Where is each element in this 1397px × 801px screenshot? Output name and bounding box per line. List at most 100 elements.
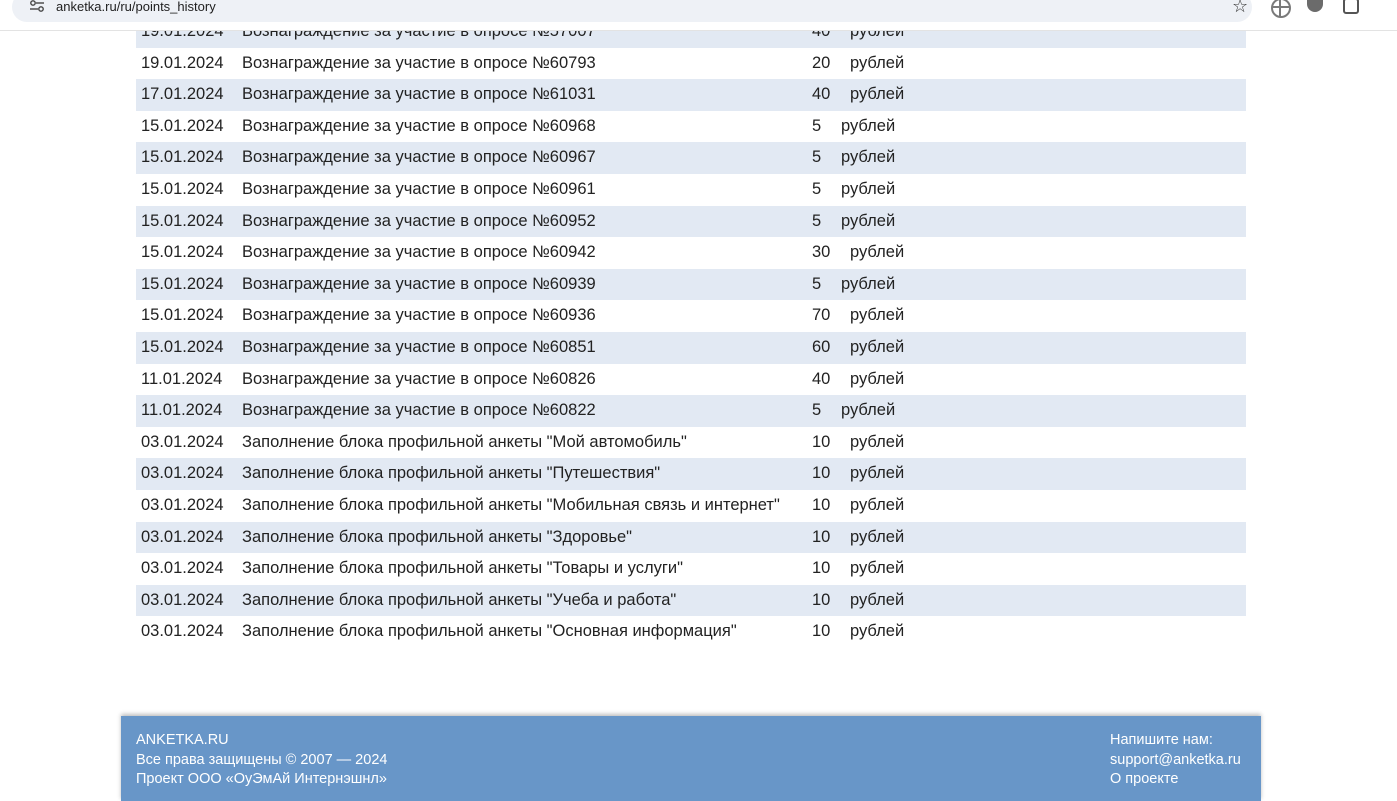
- table-row: 11.01.2024 Вознаграждение за участие в оп…: [136, 364, 1246, 396]
- history-description: Вознаграждение за участие в опросе №6103…: [242, 85, 596, 104]
- footer-email-link[interactable]: support@anketka.ru: [1110, 751, 1241, 771]
- history-description: Вознаграждение за участие в опросе №6079…: [242, 53, 596, 72]
- history-amount: 5: [812, 116, 822, 135]
- table-row: 03.01.2024 Заполнение блока профильной ан…: [136, 553, 1246, 585]
- history-description: Вознаграждение за участие в опросе №6093…: [242, 274, 596, 293]
- footer-company: Проект ООО «ОуЭмАй Интернэшнл»: [136, 771, 387, 787]
- table-row: 15.01.2024 Вознаграждение за участие в оп…: [136, 268, 1246, 301]
- history-date: 15.01.2024: [141, 211, 224, 230]
- address-bar[interactable]: anketka.ru/ru/points_history ☆: [12, 0, 1252, 22]
- footer-copyright: Все права защищены © 2007 — 2024: [136, 751, 388, 768]
- history-amount: 40: [812, 369, 831, 388]
- history-description: Заполнение блока профильной анкеты "Мой …: [242, 432, 687, 451]
- history-date: 03.01.2024: [141, 495, 224, 514]
- history-currency: рублей: [850, 622, 905, 641]
- history-currency: рублей: [841, 116, 896, 135]
- history-currency: рублей: [841, 179, 896, 198]
- history-description: Вознаграждение за участие в опросе №6094…: [242, 243, 596, 262]
- history-currency: рублей: [841, 401, 896, 420]
- history-currency: рублей: [850, 590, 905, 609]
- footer-brand-link[interactable]: ANKETKA.RU: [136, 731, 387, 751]
- table-row: 15.01.2024 Вознаграждение за участие в оп…: [136, 205, 1246, 238]
- table-row: 03.01.2024 Заполнение блока профильной ан…: [136, 616, 1246, 648]
- table-row: 11.01.2024 Вознаграждение за участие в оп…: [136, 395, 1246, 427]
- site-footer: ANKETKA.RU Все права защищены © 2007 — 2…: [121, 716, 1261, 801]
- history-amount: 10: [812, 527, 831, 546]
- history-description: Заполнение блока профильной анкеты "Путе…: [242, 464, 661, 483]
- footer-contact-label: Напишите нам:: [1110, 732, 1213, 748]
- table-row: 03.01.2024 Заполнение блока профильной ан…: [136, 521, 1246, 554]
- history-amount: 5: [812, 211, 822, 230]
- history-amount: 5: [812, 401, 822, 420]
- history-description: Заполнение блока профильной анкеты "Моби…: [242, 495, 780, 514]
- history-date: 03.01.2024: [141, 622, 224, 641]
- browser-toolbar: anketka.ru/ru/points_history ☆: [0, 0, 1397, 31]
- history-amount: 30: [812, 243, 831, 262]
- history-amount: 10: [812, 432, 831, 451]
- history-currency: рублей: [841, 148, 896, 167]
- history-amount: 10: [812, 559, 831, 578]
- history-date: 11.01.2024: [141, 369, 223, 388]
- history-date: 15.01.2024: [141, 243, 224, 262]
- history-description: Вознаграждение за участие в опросе №6096…: [242, 148, 596, 167]
- history-amount: 10: [812, 622, 831, 641]
- history-description: Заполнение блока профильной анкеты "Осно…: [242, 622, 737, 641]
- table-row: 17.01.2024 Вознаграждение за участие в оп…: [136, 79, 1246, 111]
- points-history-table: 19.01.2024 Вознаграждение за участие в оп…: [136, 16, 1246, 648]
- table-row: 15.01.2024 Вознаграждение за участие в оп…: [136, 300, 1246, 332]
- history-date: 11.01.2024: [141, 401, 223, 420]
- history-currency: рублей: [841, 211, 896, 230]
- site-settings-icon[interactable]: [30, 0, 44, 12]
- footer-about-link[interactable]: О проекте: [1110, 770, 1241, 790]
- footer-right: Напишите нам: support@anketka.ru О проек…: [1110, 731, 1241, 790]
- history-currency: рублей: [850, 369, 905, 388]
- history-date: 15.01.2024: [141, 337, 224, 356]
- history-currency: рублей: [850, 432, 905, 451]
- history-date: 19.01.2024: [141, 53, 224, 72]
- history-amount: 10: [812, 590, 831, 609]
- history-description: Заполнение блока профильной анкеты "Учеб…: [242, 590, 677, 609]
- history-description: Вознаграждение за участие в опросе №6095…: [242, 211, 596, 230]
- history-currency: рублей: [850, 495, 905, 514]
- history-amount: 10: [812, 464, 831, 483]
- history-currency: рублей: [850, 85, 905, 104]
- history-amount: 70: [812, 306, 831, 325]
- history-currency: рублей: [850, 306, 905, 325]
- translate-extension-icon[interactable]: [1271, 0, 1291, 18]
- history-description: Вознаграждение за участие в опросе №6082…: [242, 369, 596, 388]
- history-amount: 5: [812, 148, 822, 167]
- history-date: 15.01.2024: [141, 306, 224, 325]
- history-date: 15.01.2024: [141, 148, 224, 167]
- shield-extension-icon[interactable]: [1307, 0, 1323, 12]
- history-description: Заполнение блока профильной анкеты "Здор…: [242, 527, 633, 546]
- table-row: 03.01.2024 Заполнение блока профильной ан…: [136, 584, 1246, 617]
- history-date: 15.01.2024: [141, 179, 224, 198]
- table-row: 03.01.2024 Заполнение блока профильной ан…: [136, 458, 1246, 490]
- history-amount: 40: [812, 85, 831, 104]
- history-amount: 5: [812, 179, 822, 198]
- history-amount: 10: [812, 495, 831, 514]
- history-date: 03.01.2024: [141, 590, 224, 609]
- table-row: 15.01.2024 Вознаграждение за участие в оп…: [136, 237, 1246, 269]
- history-currency: рублей: [850, 559, 905, 578]
- history-currency: рублей: [850, 337, 905, 356]
- history-description: Вознаграждение за участие в опросе №6085…: [242, 337, 596, 356]
- table-row: 15.01.2024 Вознаграждение за участие в оп…: [136, 331, 1246, 364]
- table-row: 15.01.2024 Вознаграждение за участие в оп…: [136, 174, 1246, 206]
- history-date: 03.01.2024: [141, 527, 224, 546]
- history-amount: 60: [812, 337, 831, 356]
- history-description: Вознаграждение за участие в опросе №6082…: [242, 401, 596, 420]
- history-description: Вознаграждение за участие в опросе №6093…: [242, 306, 596, 325]
- history-amount: 5: [812, 274, 822, 293]
- table-row: 03.01.2024 Заполнение блока профильной ан…: [136, 427, 1246, 459]
- bookmark-star-icon[interactable]: ☆: [1232, 0, 1248, 16]
- history-date: 03.01.2024: [141, 432, 224, 451]
- footer-left: ANKETKA.RU Все права защищены © 2007 — 2…: [136, 731, 387, 790]
- history-currency: рублей: [850, 243, 905, 262]
- url-text[interactable]: anketka.ru/ru/points_history: [56, 0, 216, 14]
- extensions-puzzle-icon[interactable]: [1343, 0, 1359, 14]
- history-currency: рублей: [850, 53, 905, 72]
- table-row: 15.01.2024 Вознаграждение за участие в оп…: [136, 142, 1246, 174]
- history-description: Вознаграждение за участие в опросе №6096…: [242, 116, 596, 135]
- table-row: 03.01.2024 Заполнение блока профильной ан…: [136, 490, 1246, 522]
